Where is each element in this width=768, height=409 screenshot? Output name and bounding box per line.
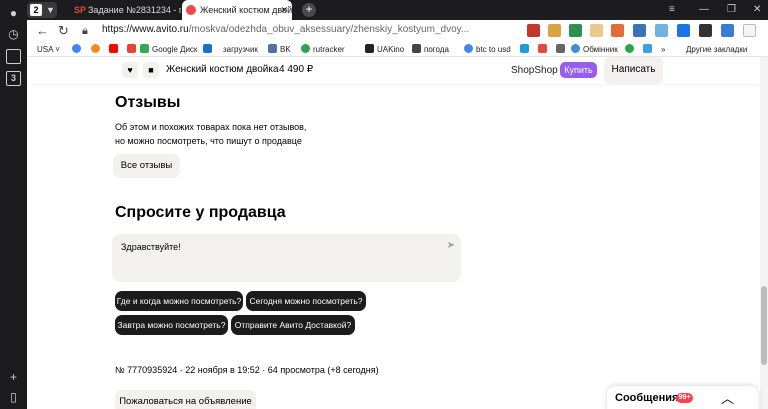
tab-title: Задание №2831234 - про (88, 5, 181, 15)
extension-icon[interactable] (611, 24, 624, 37)
bookmark-p-icon[interactable] (520, 43, 532, 56)
bookmark-google-icon[interactable] (72, 43, 84, 56)
bookmark-youtube-icon[interactable] (109, 43, 121, 56)
quick-question-chip[interactable]: Завтра можно посмотреть? (115, 315, 228, 335)
extension-icon[interactable] (569, 24, 582, 37)
extension-icon[interactable] (548, 24, 561, 37)
bookmark-star-icon[interactable] (643, 43, 655, 56)
extension-icon[interactable] (590, 24, 603, 37)
chevron-down-icon: ▼ (46, 5, 55, 15)
url-path: /moskva/odezhda_obuv_aksessuary/zhenskiy… (188, 24, 470, 35)
downloads-icon[interactable] (743, 24, 756, 37)
bookmarks-bar: USA ˅ Google Диск загрузчик BK rutracker… (27, 42, 768, 57)
message-text: Здравствуйте! (121, 242, 181, 252)
bookmark-gmail-icon[interactable] (127, 43, 139, 56)
profile-icon[interactable]: ● (6, 6, 21, 21)
bookmark-mail-icon[interactable] (91, 43, 103, 56)
bookmarks-more-icon[interactable]: » (661, 43, 665, 56)
compare-icon[interactable]: ■ (143, 62, 159, 78)
sticky-title: Женский костюм двойка (166, 64, 279, 75)
tab-counter[interactable]: 2 ▼ (27, 2, 57, 18)
tab-avito[interactable]: Женский костюм двойк ✕ (182, 0, 292, 20)
tab-favicon: SP (74, 5, 87, 15)
ask-seller-title: Спросите у продавца (115, 204, 286, 221)
reviews-empty-text: Об этом и похожих товарах пока нет отзыв… (115, 122, 307, 146)
extension-icon[interactable] (633, 24, 646, 37)
avito-favicon-icon (186, 5, 196, 15)
scrollbar-thumb[interactable] (761, 286, 767, 365)
quick-question-chip[interactable]: Отправите Авито Доставкой? (231, 315, 355, 335)
bookmark-location-icon[interactable] (625, 43, 637, 56)
bookmark-usa[interactable]: USA ˅ (37, 43, 60, 56)
address-bar: ← ↻ 🔒︎ https://www.avito.ru/moskva/odezh… (27, 20, 768, 42)
workspace-3-icon[interactable]: 3 (6, 71, 21, 86)
messages-label: Сообщения (615, 392, 679, 404)
extension-icon[interactable] (721, 24, 734, 37)
tab-bar: 2 ▼ SP Задание №2831234 - про Женский ко… (27, 0, 768, 20)
restore-icon[interactable]: ❐ (727, 0, 736, 20)
new-tab-button[interactable]: + (302, 3, 316, 17)
bookmark-btc[interactable]: btc to usd (464, 43, 511, 56)
bookmark-icon[interactable] (556, 43, 568, 56)
add-panel-icon[interactable]: + (6, 370, 21, 385)
bookmark-uakino[interactable]: UAKino (365, 43, 404, 56)
bookmark-rutracker[interactable]: rutracker (301, 43, 345, 56)
sticky-price: 4 490 ₽ (279, 64, 314, 75)
back-icon[interactable]: ← (36, 23, 49, 39)
tab-title: Женский костюм двойк (200, 5, 292, 15)
bookmark-other[interactable]: Другие закладки (686, 43, 747, 56)
bookmark-weather[interactable]: погода (412, 43, 449, 56)
quick-question-chip[interactable]: Где и когда можно посмотреть? (115, 291, 243, 311)
shop-name[interactable]: ShopShop (511, 65, 558, 76)
reviews-title: Отзывы (115, 94, 181, 111)
url-host: https://www.avito.ru (102, 24, 189, 35)
all-reviews-button[interactable]: Все отзывы (113, 154, 180, 178)
collections-icon[interactable] (6, 49, 21, 64)
favorite-heart-icon[interactable]: ♥ (122, 62, 138, 78)
minimize-icon[interactable]: — (699, 0, 709, 20)
messages-widget[interactable]: Сообщения 99+ ︿ (607, 386, 758, 409)
messages-badge: 99+ (676, 393, 693, 403)
close-tab-icon[interactable]: ✕ (280, 0, 288, 20)
bookmark-loader-icon[interactable] (203, 43, 215, 56)
message-input[interactable]: Здравствуйте! ➤ (112, 234, 461, 282)
extension-icon[interactable] (655, 24, 668, 37)
chevron-up-icon[interactable]: ︿ (721, 388, 734, 407)
quick-question-chip[interactable]: Сегодня можно посмотреть? (246, 291, 366, 311)
sticky-header: ♥ ■ Женский костюм двойка 4 490 ₽ ShopSh… (27, 57, 760, 84)
report-listing-button[interactable]: Пожаловаться на объявление (115, 390, 256, 409)
menu-icon[interactable]: ≡ (669, 0, 675, 20)
bookmark-loader[interactable]: загрузчик (223, 43, 258, 56)
reload-icon[interactable]: ↻ (58, 23, 69, 39)
tab-task[interactable]: SP Задание №2831234 - про (70, 0, 181, 20)
close-window-icon[interactable]: ✕ (753, 0, 761, 20)
write-button[interactable]: Написать (604, 57, 663, 84)
bookmark-google-drive[interactable]: Google Диск (140, 43, 197, 56)
send-icon[interactable]: ➤ (447, 240, 455, 251)
scrollbar[interactable] (760, 57, 768, 409)
bookmark-icon[interactable] (538, 43, 550, 56)
extension-icon[interactable] (527, 24, 540, 37)
lock-icon[interactable]: 🔒︎ (82, 23, 88, 39)
buy-button[interactable]: Купить (560, 62, 597, 78)
listing-meta: № 7770935924 · 22 ноября в 19:52 · 64 пр… (115, 365, 379, 375)
bookmark-exchanger[interactable]: Обмінник (571, 43, 618, 56)
browser-sidebar: ● ◷ 3 + ▯ (0, 0, 27, 409)
url-field[interactable]: https://www.avito.ru/moskva/odezhda_obuv… (102, 24, 469, 35)
history-icon[interactable]: ◷ (6, 27, 21, 42)
extension-icon[interactable] (677, 24, 690, 37)
bookmark-vk[interactable]: BK (268, 43, 291, 56)
panel-toggle-icon[interactable]: ▯ (6, 390, 21, 405)
extension-icon[interactable] (699, 24, 712, 37)
tab-count: 2 (30, 4, 42, 16)
